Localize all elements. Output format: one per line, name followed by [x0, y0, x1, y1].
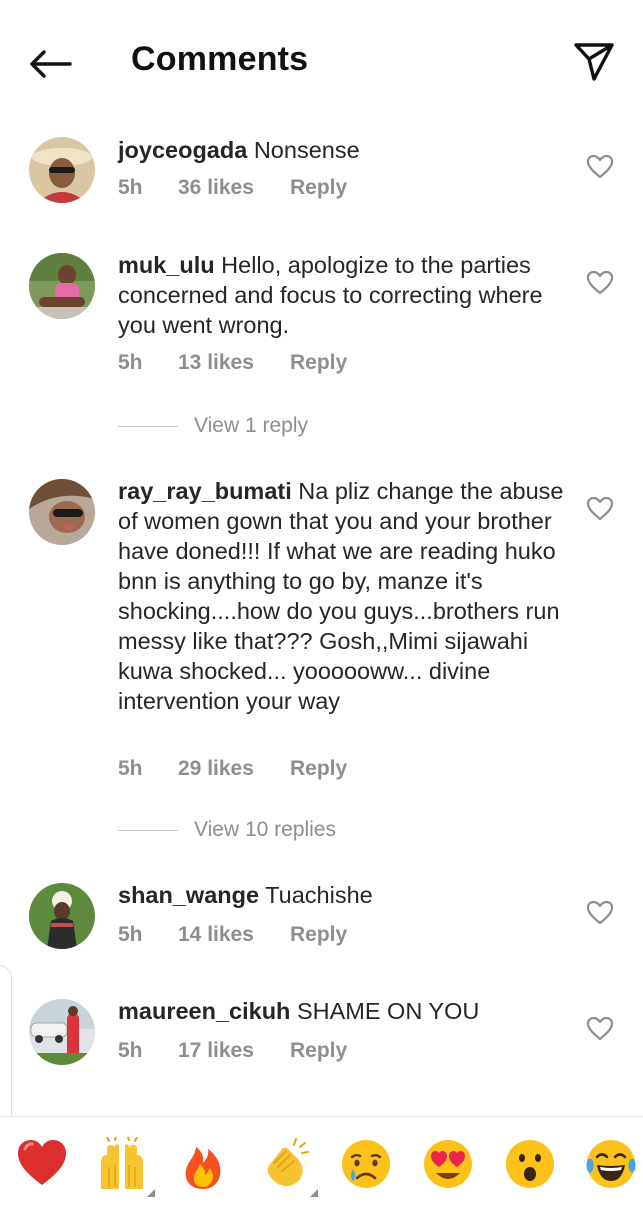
comment-likes[interactable]: 13 likes — [178, 351, 290, 375]
comments-screen: Comments joyceogada Nonsense 5h 36 likes R… — [0, 0, 643, 1218]
comment-likes[interactable]: 14 likes — [178, 923, 290, 947]
avatar[interactable] — [29, 883, 95, 949]
comment-likes[interactable]: 36 likes — [178, 176, 290, 200]
comment-meta: 5h 17 likes Reply — [118, 1039, 347, 1063]
page-title: Comments — [131, 40, 309, 78]
comment-likes[interactable]: 29 likes — [178, 757, 290, 781]
heart-outline-icon[interactable] — [586, 495, 614, 523]
comment-username[interactable]: shan_wange — [118, 882, 259, 908]
view-replies-label: View 1 reply — [194, 414, 309, 437]
avatar[interactable] — [29, 137, 95, 203]
comment-time: 5h — [118, 757, 143, 780]
comment-meta: 5h 29 likes Reply — [118, 757, 347, 781]
comment-meta: 5h 13 likes Reply — [118, 351, 347, 375]
heart-outline-icon[interactable] — [586, 153, 614, 181]
arrow-left-icon — [30, 50, 72, 78]
skin-tone-indicator — [147, 1189, 155, 1197]
comment-meta: 5h 14 likes Reply — [118, 923, 347, 947]
skin-tone-indicator — [310, 1189, 318, 1197]
comment-username[interactable]: muk_ulu — [118, 252, 215, 278]
divider-line — [118, 425, 178, 427]
view-replies-label: View 10 replies — [194, 818, 337, 841]
share-button[interactable] — [568, 36, 620, 88]
fire-emoji[interactable] — [176, 1137, 230, 1191]
comment-username[interactable]: ray_ray_bumati — [118, 478, 292, 504]
comment-username[interactable]: maureen_cikuh — [118, 998, 290, 1024]
comment-text: Nonsense — [253, 137, 360, 163]
surprised-face-emoji[interactable] — [503, 1137, 557, 1191]
comment-username[interactable]: joyceogada — [118, 137, 247, 163]
heart-eyes-emoji[interactable] — [421, 1137, 475, 1191]
divider-line — [118, 829, 178, 831]
comment-time: 5h — [118, 351, 143, 374]
clapping-hands-emoji[interactable] — [258, 1137, 318, 1197]
avatar[interactable] — [29, 999, 95, 1065]
comment-time: 5h — [118, 1039, 143, 1062]
comment-time: 5h — [118, 176, 143, 199]
view-replies-button[interactable]: View 1 reply — [118, 411, 308, 441]
crying-face-emoji[interactable] — [339, 1137, 393, 1191]
raising-hands-emoji[interactable] — [95, 1136, 155, 1197]
comment-text: Na pliz change the abuse of women gown t… — [118, 478, 564, 714]
reply-button[interactable]: Reply — [290, 351, 347, 375]
reply-button[interactable]: Reply — [290, 1039, 347, 1063]
view-replies-button[interactable]: View 10 replies — [118, 815, 336, 845]
comment-text: SHAME ON YOU — [296, 998, 480, 1024]
tears-of-joy-emoji[interactable] — [584, 1137, 638, 1191]
comment-likes[interactable]: 17 likes — [178, 1039, 290, 1063]
comment-meta: 5h 36 likes Reply — [118, 176, 347, 200]
paper-plane-icon — [574, 43, 614, 81]
comment-text: Tuachishe — [265, 882, 373, 908]
red-heart-emoji[interactable] — [15, 1137, 69, 1191]
emoji-quick-bar — [0, 1116, 643, 1218]
reply-button[interactable]: Reply — [290, 176, 347, 200]
top-bar: Comments — [0, 0, 643, 124]
heart-outline-icon[interactable] — [586, 269, 614, 297]
reply-button[interactable]: Reply — [290, 923, 347, 947]
reply-button[interactable]: Reply — [290, 757, 347, 781]
back-button[interactable] — [24, 40, 76, 88]
avatar[interactable] — [29, 253, 95, 319]
comment-time: 5h — [118, 923, 143, 946]
heart-outline-icon[interactable] — [586, 899, 614, 927]
heart-outline-icon[interactable] — [586, 1015, 614, 1043]
avatar[interactable] — [29, 479, 95, 545]
